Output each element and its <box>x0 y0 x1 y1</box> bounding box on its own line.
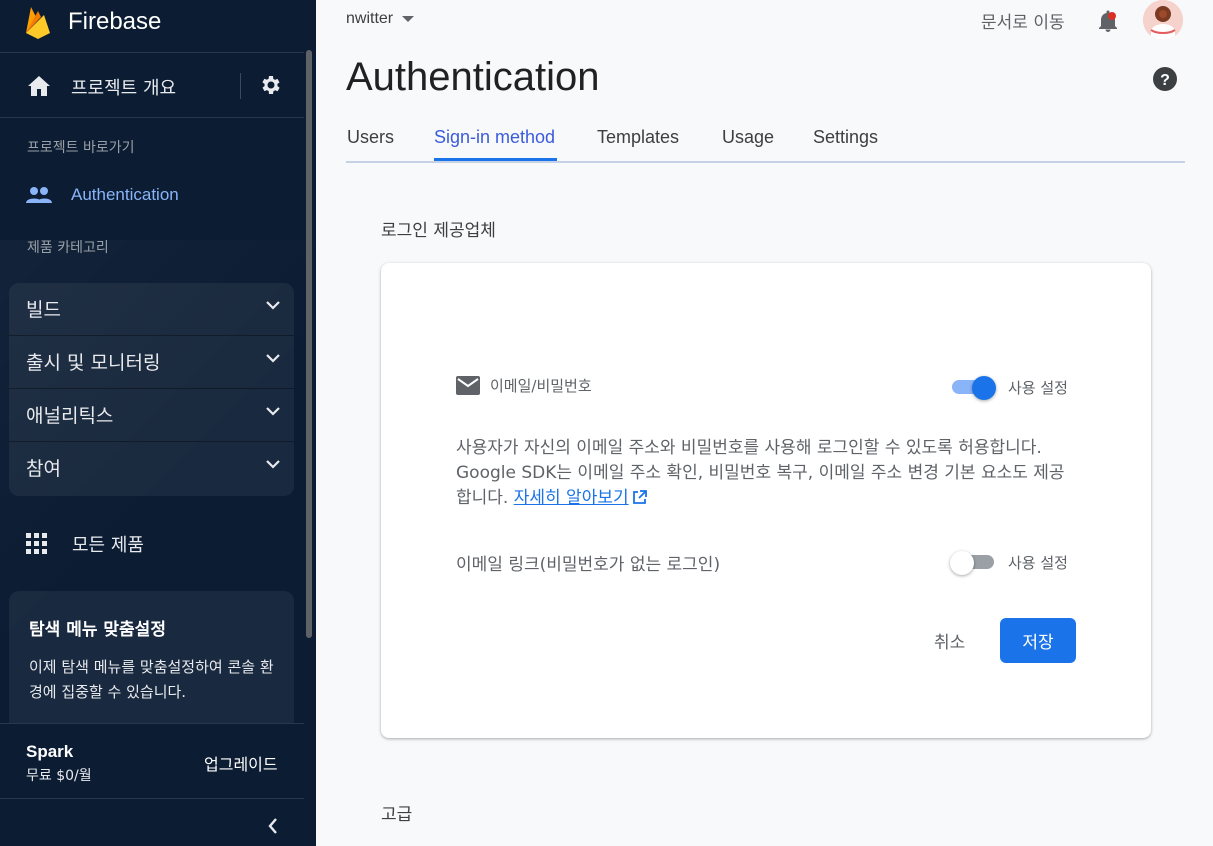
tab-usage[interactable]: Usage <box>722 127 774 148</box>
all-products-link[interactable]: 모든 제품 <box>0 522 304 566</box>
provider-header: 이메일/비밀번호 <box>456 375 592 396</box>
tab-bar: Users Sign-in method Templates Usage Set… <box>346 120 1185 163</box>
sidebar: Firebase 프로젝트 개요 프로젝트 바로가기 Authenticatio… <box>0 0 316 846</box>
collapse-sidebar-icon[interactable] <box>265 815 281 837</box>
email-link-label: 이메일 링크(비밀번호가 없는 로그인) <box>456 555 721 575</box>
notification-bell-icon[interactable] <box>1096 8 1120 34</box>
provider-card: 이메일/비밀번호 사용 설정 사용자가 자신의 이메일 주소와 비밀번호를 사용… <box>381 263 1151 738</box>
toggle-knob <box>950 551 974 575</box>
caret-down-icon <box>402 16 415 22</box>
toggle-knob <box>972 376 996 400</box>
email-link-toggle-label: 사용 설정 <box>1008 554 1068 572</box>
category-engage[interactable]: 참여 <box>9 442 294 495</box>
project-name: nwitter <box>346 10 394 27</box>
help-icon[interactable]: ? <box>1152 66 1178 92</box>
project-selector[interactable]: nwitter <box>346 10 415 28</box>
plan-name: Spark <box>26 742 74 761</box>
page-title: Authentication <box>346 55 600 99</box>
learn-more-link[interactable]: 자세히 알아보기 <box>514 488 629 508</box>
learn-more-label: 자세히 알아보기 <box>513 488 629 508</box>
save-label: 저장 <box>1022 633 1054 653</box>
category-label: 빌드 <box>26 299 61 321</box>
category-release-monitor[interactable]: 출시 및 모니터링 <box>9 336 294 389</box>
toggle-label: 사용 설정 <box>1008 379 1068 397</box>
user-avatar[interactable] <box>1143 0 1183 40</box>
firebase-brand[interactable]: Firebase <box>24 2 161 42</box>
category-label: 참여 <box>26 458 61 480</box>
project-overview: 프로젝트 개요 <box>0 52 304 118</box>
home-icon[interactable] <box>27 75 51 97</box>
mail-icon <box>456 376 480 395</box>
main-content: nwitter 문서로 이동 Authentication ? Users Si… <box>316 0 1213 846</box>
plan-price: 무료 $0/월 <box>26 768 92 784</box>
tab-sign-in-method[interactable]: Sign-in method <box>434 127 555 148</box>
people-icon <box>26 187 52 203</box>
customize-nav-card: 탐색 메뉴 맞춤설정 이제 탐색 메뉴를 맞춤설정하여 콘솔 환경에 집중할 수… <box>9 591 294 731</box>
section-title: 로그인 제공업체 <box>381 221 496 241</box>
brand-name: Firebase <box>68 8 162 35</box>
chevron-down-icon <box>266 301 280 310</box>
upgrade-button[interactable]: 업그레이드 <box>204 751 278 775</box>
svg-text:?: ? <box>1160 72 1170 89</box>
tab-users[interactable]: Users <box>347 127 394 148</box>
provider-name: 이메일/비밀번호 <box>490 377 592 395</box>
save-button[interactable]: 저장 <box>1000 618 1076 663</box>
advanced-section-title: 고급 <box>381 805 413 825</box>
chevron-down-icon <box>266 354 280 363</box>
category-label: 출시 및 모니터링 <box>26 352 161 374</box>
shortcut-header: 프로젝트 바로가기 <box>27 140 135 156</box>
gear-icon[interactable] <box>259 73 283 97</box>
category-header: 제품 카테고리 <box>27 240 109 256</box>
provider-description: 사용자가 자신의 이메일 주소와 비밀번호를 사용해 로그인할 수 있도록 허용… <box>456 436 1076 511</box>
sidebar-item-authentication[interactable]: Authentication <box>0 174 304 218</box>
category-analytics[interactable]: 애널리틱스 <box>9 389 294 442</box>
all-products-label: 모든 제품 <box>72 535 144 556</box>
category-list: 빌드 출시 및 모니터링 애널리틱스 참여 <box>9 283 294 496</box>
customize-title: 탐색 메뉴 맞춤설정 <box>29 620 166 640</box>
chevron-down-icon <box>266 460 280 469</box>
active-tab-indicator <box>434 158 557 161</box>
email-password-toggle[interactable] <box>950 372 996 400</box>
category-label: 애널리틱스 <box>26 405 114 427</box>
plan-panel: Spark 무료 $0/월 업그레이드 <box>0 723 304 799</box>
firebase-logo-icon <box>26 7 50 39</box>
external-link-icon[interactable] <box>632 490 647 505</box>
docs-link[interactable]: 문서로 이동 <box>981 8 1065 33</box>
tab-templates[interactable]: Templates <box>597 127 679 148</box>
avatar-image <box>1143 0 1183 40</box>
overview-label[interactable]: 프로젝트 개요 <box>71 74 176 100</box>
customize-description: 이제 탐색 메뉴를 맞춤설정하여 콘솔 환경에 집중할 수 있습니다. <box>29 658 274 701</box>
apps-grid-icon <box>26 533 47 554</box>
tab-settings[interactable]: Settings <box>813 127 878 148</box>
cancel-button[interactable]: 취소 <box>934 628 965 653</box>
chevron-down-icon <box>266 407 280 416</box>
category-build[interactable]: 빌드 <box>9 283 294 336</box>
sidebar-scrollbar[interactable] <box>306 50 312 638</box>
email-link-toggle[interactable] <box>950 547 996 575</box>
overview-divider <box>240 73 241 99</box>
sidebar-item-label: Authentication <box>71 185 179 204</box>
